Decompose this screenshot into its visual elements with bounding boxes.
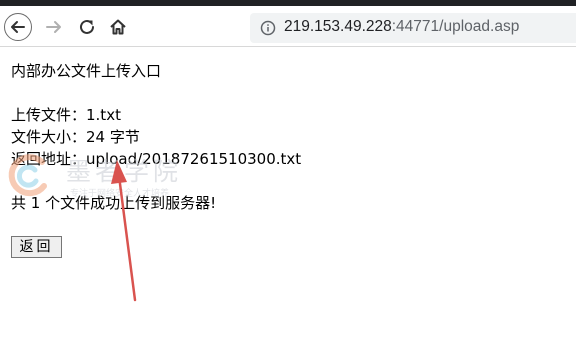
annotation-arrow [111,160,137,302]
